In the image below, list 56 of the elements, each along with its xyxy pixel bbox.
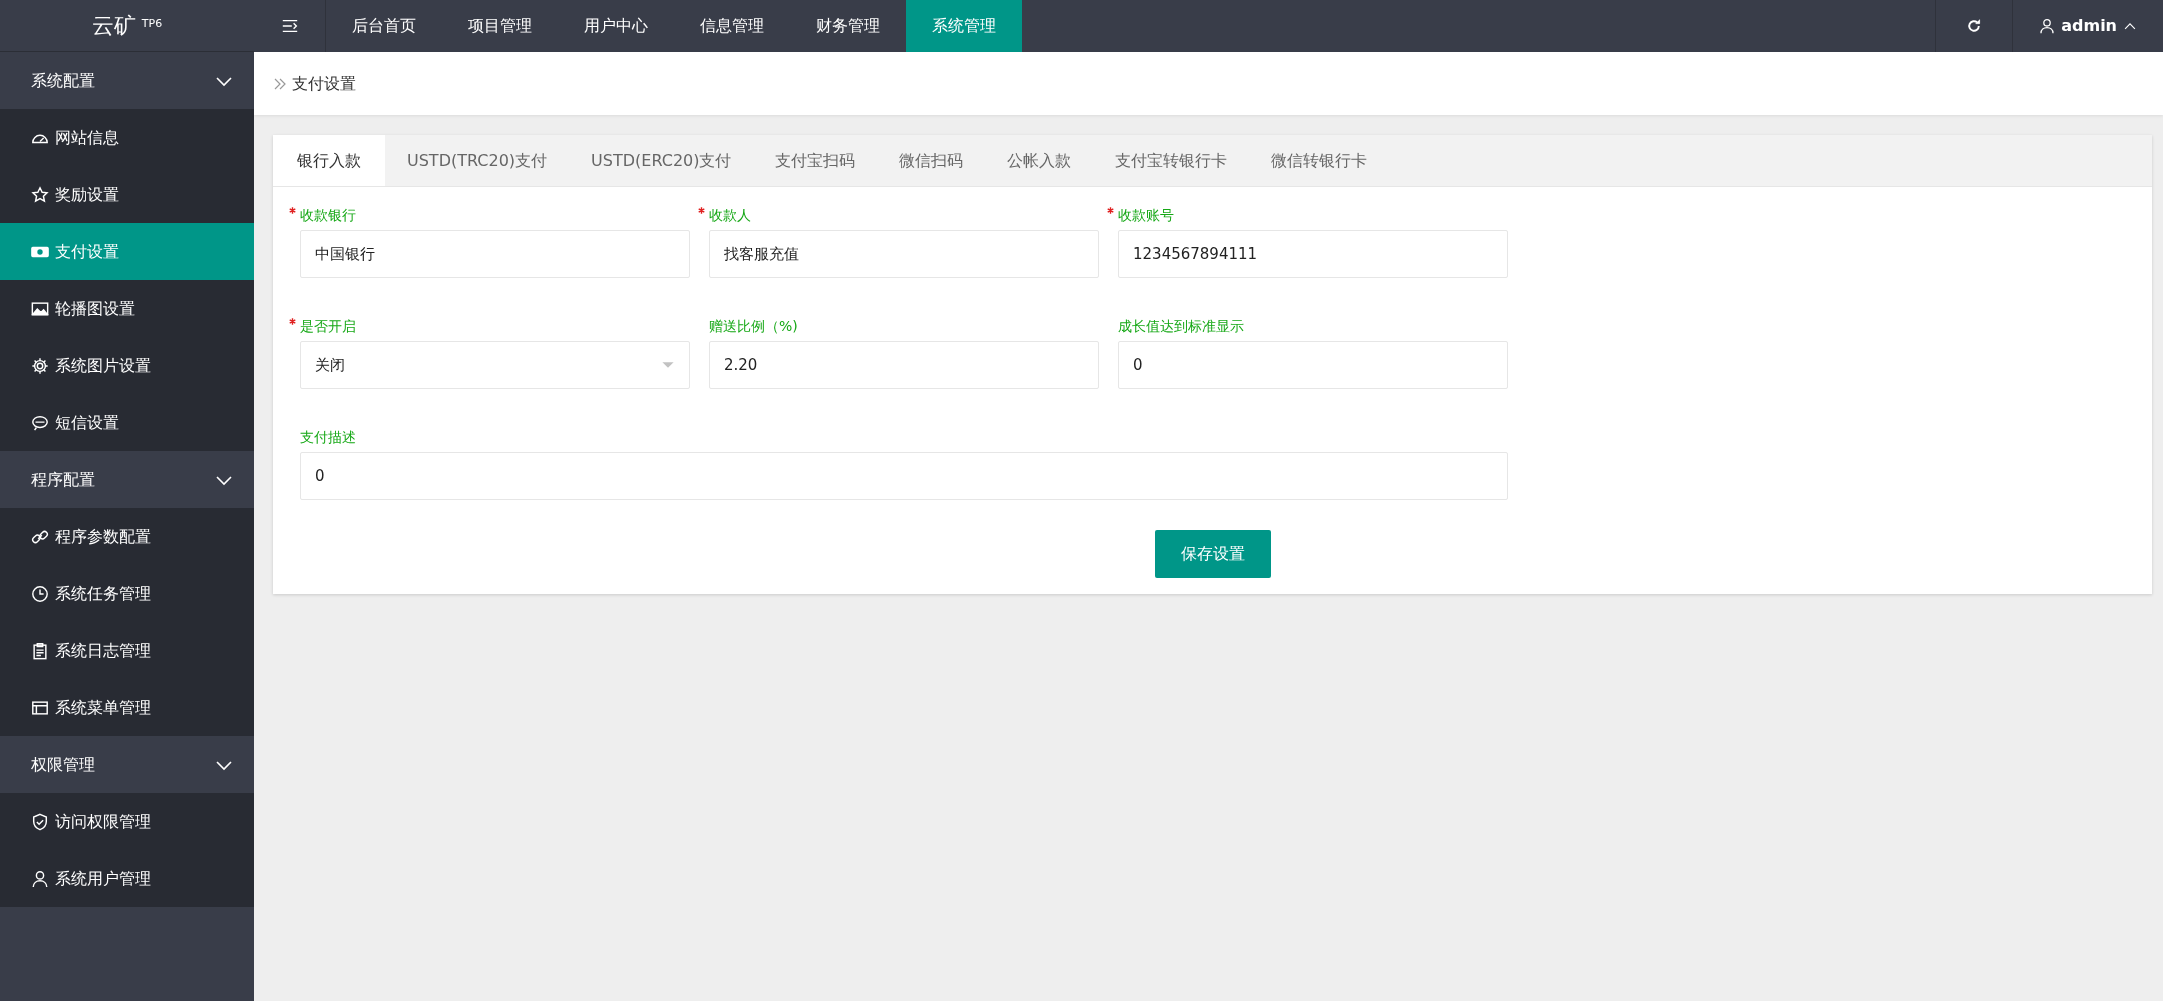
tab[interactable]: 支付宝扫码 — [753, 135, 878, 186]
input-field[interactable]: 0 — [1118, 341, 1508, 389]
sidebar-item[interactable]: 网站信息 — [0, 109, 254, 166]
refresh-icon — [1966, 18, 1983, 34]
input-field[interactable]: 0 — [300, 452, 1508, 500]
tab[interactable]: USTD(ERC20)支付 — [569, 135, 754, 186]
sidebar-item[interactable]: 轮播图设置 — [0, 280, 254, 337]
input-field[interactable]: 1234567894111 — [1118, 230, 1508, 278]
chat-bubble-icon — [31, 413, 49, 432]
nav-tab[interactable]: 财务管理 — [790, 0, 906, 52]
tab[interactable]: 公帐入款 — [985, 135, 1094, 186]
input-field[interactable]: 找客服充值 — [709, 230, 1099, 278]
sidebar-item[interactable]: 访问权限管理 — [0, 793, 254, 850]
sidebar-item[interactable]: 系统菜单管理 — [0, 679, 254, 736]
image-icon — [31, 299, 49, 318]
double-chevron-icon — [274, 77, 286, 90]
tab[interactable]: 支付宝转银行卡 — [1093, 135, 1250, 186]
sidebar-item[interactable]: 短信设置 — [0, 394, 254, 451]
save-button[interactable]: 保存设置 — [1154, 530, 1271, 578]
nav-tab[interactable]: 系统管理 — [906, 0, 1022, 52]
logo: 云矿 $^{TP6}$ — [0, 0, 254, 52]
sidebar-item[interactable]: 支付设置 — [0, 223, 254, 280]
user-icon — [31, 869, 49, 888]
shield-icon — [31, 812, 49, 831]
sidebar-item[interactable]: 系统用户管理 — [0, 850, 254, 907]
tab[interactable]: 微信扫码 — [877, 135, 986, 186]
nav-tab[interactable]: 信息管理 — [674, 0, 790, 52]
sidebar-item[interactable]: 奖励设置 — [0, 166, 254, 223]
star-icon — [31, 185, 49, 204]
sidebar-item[interactable]: 程序参数配置 — [0, 508, 254, 565]
clock-icon — [31, 584, 49, 603]
field-label: 成长值达到标准显示 — [1118, 317, 1244, 336]
tab[interactable]: 银行入款 — [273, 135, 385, 186]
sidebar-item[interactable]: 系统日志管理 — [0, 622, 254, 679]
tab[interactable]: 微信转银行卡 — [1249, 135, 1390, 186]
field-label: 支付描述 — [300, 428, 356, 447]
input-field[interactable]: 中国银行 — [300, 230, 690, 278]
window-icon — [31, 698, 49, 717]
nav-tab[interactable]: 项目管理 — [442, 0, 558, 52]
sidebar-item[interactable]: 系统图片设置 — [0, 337, 254, 394]
select-field[interactable]: 关闭 — [300, 341, 690, 389]
field-label: 收款银行 — [300, 206, 356, 225]
nav-tab[interactable]: 后台首页 — [326, 0, 442, 52]
breadcrumb: 支付设置 — [292, 72, 356, 95]
gear-icon — [31, 356, 49, 375]
nav-tab[interactable]: 用户中心 — [558, 0, 674, 52]
sidebar-item[interactable]: 系统任务管理 — [0, 565, 254, 622]
field-label: 是否开启 — [300, 317, 356, 336]
clipboard-icon — [31, 641, 49, 660]
tab[interactable]: USTD(TRC20)支付 — [385, 135, 570, 186]
input-field[interactable]: 2.20 — [709, 341, 1099, 389]
user-icon — [2039, 18, 2056, 34]
field-label: 赠送比例（%) — [709, 317, 798, 336]
field-label: 收款账号 — [1118, 206, 1174, 225]
menu-icon — [280, 17, 299, 35]
field-label: 收款人 — [709, 206, 751, 225]
